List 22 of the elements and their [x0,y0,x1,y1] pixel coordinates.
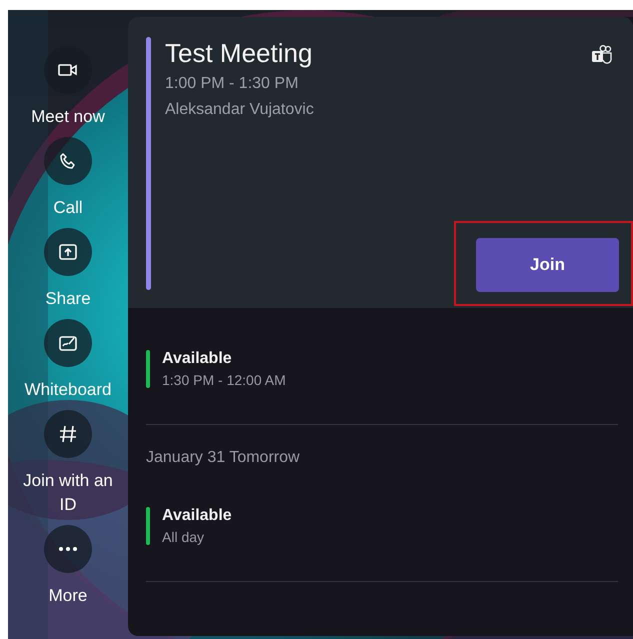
whiteboard-icon [58,334,78,352]
slot-title: Available [162,350,233,368]
sidebar-label: Call [52,197,84,219]
slot-title: Available [162,507,232,525]
hash-icon [58,424,78,444]
join-button[interactable]: Join [476,238,619,292]
meeting-title: Test Meeting [165,37,314,69]
meeting-organizer: Aleksandar Vujatovic [165,100,314,120]
sidebar-label: Meet now [30,106,106,128]
teams-logo-icon [591,45,613,65]
phone-icon [59,152,77,170]
slot-time: All day [162,529,206,545]
video-camera-icon [58,62,78,78]
slot-time: 1:30 PM - 12:00 AM [162,372,286,388]
sidebar-label: More [48,585,88,607]
meeting-time: 1:00 PM - 1:30 PM [165,74,300,94]
more-icon [59,547,77,551]
share-screen-icon [58,243,78,261]
sidebar-label: Whiteboard [24,379,112,401]
sidebar-label: Join with an ID [22,470,114,516]
date-heading: January 31 Tomorrow [146,449,300,466]
sidebar-label: Share [44,288,92,310]
